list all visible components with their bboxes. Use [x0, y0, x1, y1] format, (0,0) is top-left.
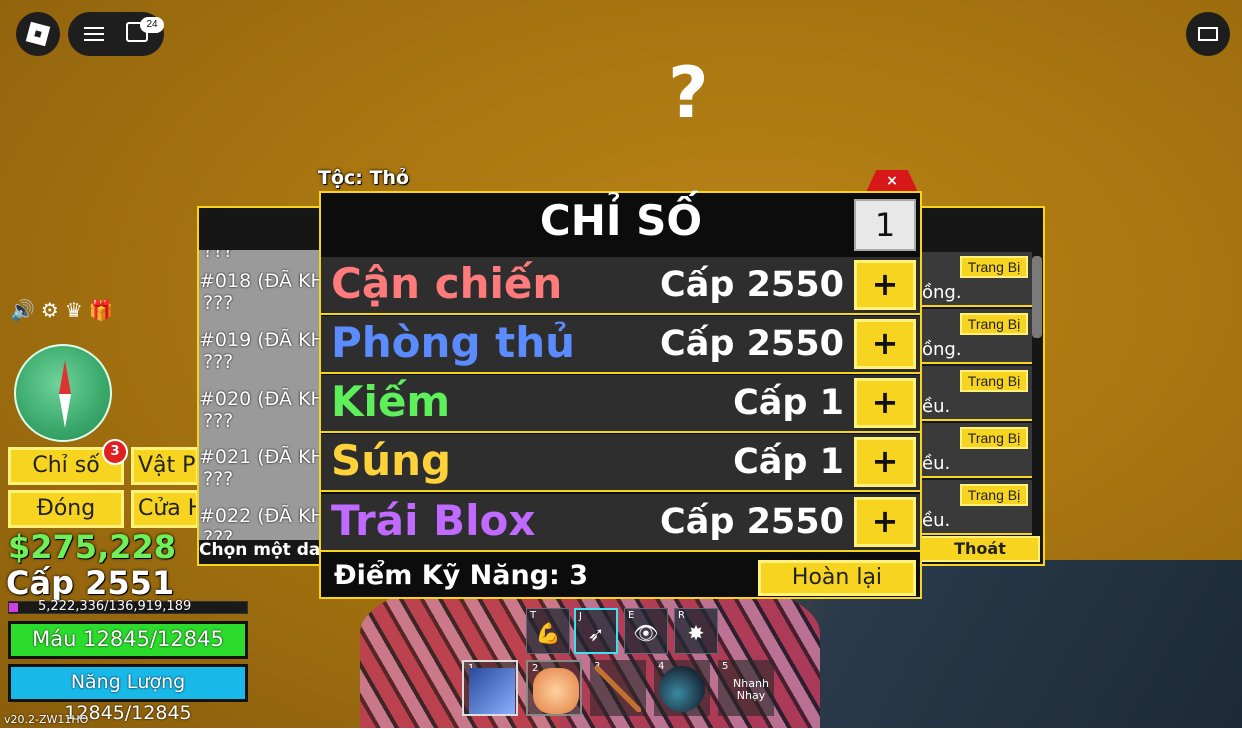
- dash-icon: ➶: [587, 622, 605, 646]
- stat-row-defense: Phòng thủ Cấp 2550 +: [321, 316, 920, 374]
- gear-icon[interactable]: ⚙: [41, 298, 65, 322]
- gun-icon: [659, 666, 705, 712]
- fighting-style-icon: [469, 668, 515, 714]
- hud-icon-row: 🔊⚙♛🎁: [10, 298, 120, 322]
- stat-level: Cấp 1: [733, 442, 844, 482]
- inventory-icon: [1198, 27, 1218, 41]
- add-sword-button[interactable]: +: [854, 378, 916, 428]
- titles-list[interactable]: ??? #018 (ĐÃ KHÓA)??? #019 (ĐÃ KHÓA)??? …: [199, 250, 323, 540]
- xp-bar-fill: [9, 603, 18, 612]
- speaker-icon[interactable]: 🔊: [10, 298, 41, 322]
- stat-name: Trái Blox: [331, 496, 536, 545]
- list-item[interactable]: #022 (ĐÃ KHÓA)???: [199, 505, 323, 540]
- titles-detail-list: Trang Bị ồng. Trang Bị ồng. Trang Bị ều. Tr…: [920, 252, 1032, 536]
- energy-bar: Năng Lượng 12845/12845: [8, 664, 248, 724]
- backpack-button[interactable]: [1186, 12, 1230, 56]
- hamburger-icon[interactable]: [84, 24, 104, 44]
- list-item[interactable]: #019 (ĐÃ KHÓA)???: [199, 329, 323, 373]
- list-item: Trang Bị ồng.: [920, 309, 1032, 364]
- list-item-partial: ???: [203, 250, 234, 262]
- list-item: Trang Bị ồng.: [920, 252, 1032, 307]
- version-label: v20.2-ZW11HO: [4, 713, 89, 726]
- crew-icon[interactable]: ♛: [65, 298, 89, 322]
- items-button[interactable]: Vật Phẩm: [131, 447, 199, 485]
- stats-notification-badge: 3: [102, 439, 128, 465]
- compass-south-needle: [59, 394, 71, 428]
- list-item: Trang Bị ều.: [920, 366, 1032, 421]
- compass-north-needle: [59, 360, 71, 394]
- add-gun-button[interactable]: +: [854, 437, 916, 487]
- shop-button[interactable]: Cửa Hàng: [131, 490, 199, 528]
- skill-points-label: Điểm Kỹ Năng: 3: [334, 560, 588, 591]
- burst-icon: ✸: [687, 621, 705, 645]
- gift-icon[interactable]: 🎁: [89, 298, 120, 322]
- hotbar-slot-1[interactable]: 1: [462, 660, 518, 716]
- stat-name: Cận chiến: [331, 259, 563, 308]
- list-item: Trang Bị ều.: [920, 480, 1032, 535]
- hotbar-slot-3[interactable]: 3: [590, 660, 646, 716]
- list-item: Trang Bị ều.: [920, 423, 1032, 478]
- equip-button[interactable]: Trang Bị: [960, 256, 1028, 278]
- health-bar: Máu 12845/12845: [8, 621, 248, 659]
- scrollbar[interactable]: [1032, 256, 1042, 338]
- stat-name: Phòng thủ: [331, 318, 576, 367]
- list-item[interactable]: #021 (ĐÃ KHÓA)???: [199, 446, 323, 490]
- stat-level: Cấp 2550: [660, 265, 844, 305]
- equip-button[interactable]: Trang Bị: [960, 484, 1028, 506]
- equip-button[interactable]: Trang Bị: [960, 427, 1028, 449]
- skill-t[interactable]: T 💪: [526, 608, 570, 654]
- stat-row-sword: Kiếm Cấp 1 +: [321, 375, 920, 433]
- chat-badge: 24: [140, 17, 164, 33]
- reset-button[interactable]: Hoàn lại: [758, 560, 916, 596]
- fruit-icon: [533, 668, 579, 714]
- roblox-menu-button[interactable]: [16, 12, 60, 56]
- stat-name: Kiếm: [331, 377, 451, 426]
- choose-title-text: Chọn một danh hiệu: [199, 540, 321, 560]
- list-item[interactable]: #020 (ĐÃ KHÓA)???: [199, 388, 323, 432]
- equip-button[interactable]: Trang Bị: [960, 313, 1028, 335]
- stat-name: Súng: [331, 436, 452, 485]
- muscle-icon: 💪: [535, 621, 561, 645]
- skill-j[interactable]: J ➶: [574, 608, 618, 654]
- stat-row-gun: Súng Cấp 1 +: [321, 434, 920, 492]
- sword-icon: [595, 666, 641, 712]
- hotbar-slot-4[interactable]: 4: [654, 660, 710, 716]
- eye-icon: 👁: [633, 621, 659, 645]
- slot-5-label: Nhanh Nhạy: [733, 677, 769, 702]
- stat-row-blox-fruit: Trái Blox Cấp 2550 +: [321, 494, 920, 552]
- race-label: Tộc: Thỏ: [318, 167, 410, 189]
- stat-level: Cấp 2550: [660, 324, 844, 364]
- add-defense-button[interactable]: +: [854, 319, 916, 369]
- stats-title: CHỈ SỐ: [539, 196, 703, 245]
- floating-question-mark: ?: [668, 52, 709, 134]
- xp-text: 5,222,336/136,919,189: [38, 599, 192, 614]
- money-display: $275,228: [8, 528, 177, 566]
- level-display: Cấp 2551: [6, 564, 175, 602]
- points-amount-input[interactable]: 1: [854, 199, 916, 251]
- stat-level: Cấp 2550: [660, 502, 844, 542]
- stat-level: Cấp 1: [733, 383, 844, 423]
- list-item[interactable]: #018 (ĐÃ KHÓA)???: [199, 270, 323, 314]
- add-melee-button[interactable]: +: [854, 260, 916, 310]
- stat-row-melee: Cận chiến Cấp 2550 +: [321, 257, 920, 315]
- equip-button[interactable]: Trang Bị: [960, 370, 1028, 392]
- compass[interactable]: [14, 344, 112, 442]
- close-button[interactable]: Đóng: [8, 490, 124, 528]
- add-blox-fruit-button[interactable]: +: [854, 497, 916, 547]
- skill-r[interactable]: R ✸: [674, 608, 718, 654]
- hotbar-slot-2[interactable]: 2: [526, 660, 582, 716]
- exit-button[interactable]: Thoát: [920, 536, 1040, 562]
- skill-e[interactable]: E 👁: [624, 608, 668, 654]
- roblox-logo-icon: [25, 21, 51, 47]
